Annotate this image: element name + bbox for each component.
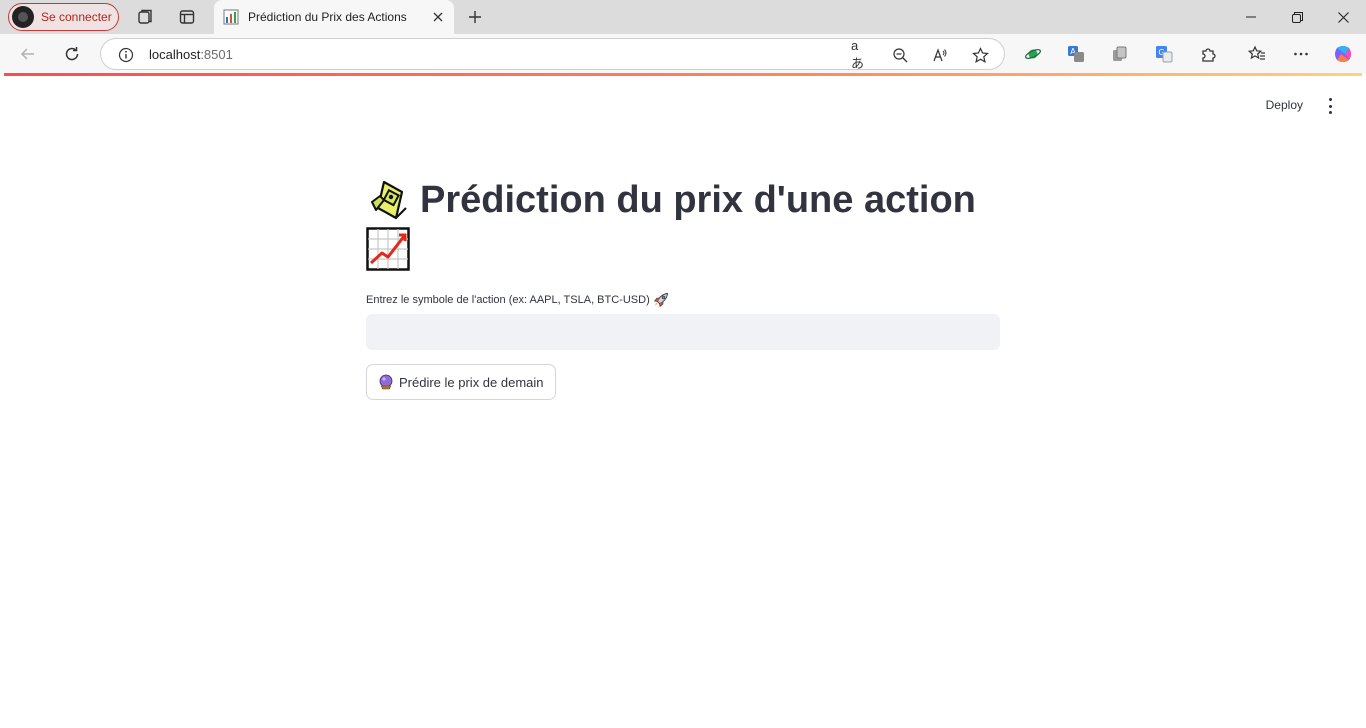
copilot-icon[interactable] — [1333, 44, 1353, 64]
predict-button-label: Prédire le prix de demain — [399, 374, 544, 390]
close-tab-icon[interactable] — [430, 9, 446, 25]
profile-label: Se connecter — [41, 10, 112, 24]
symbol-input-label-text: Entrez le symbole de l'action (ex: AAPL,… — [366, 294, 650, 306]
crystal-ball-hand-icon — [371, 180, 407, 220]
zoom-out-icon[interactable] — [891, 46, 909, 64]
browser-tabstrip: Se connecter Prédiction du Prix des Acti… — [0, 0, 1366, 34]
address-bar[interactable]: localhost:8501 aあ — [100, 38, 1005, 71]
browser-toolbar: localhost:8501 aあ A G — [0, 34, 1366, 74]
predict-button[interactable]: Prédire le prix de demain — [366, 364, 556, 400]
rocket-icon — [653, 292, 668, 308]
new-tab-icon[interactable] — [465, 7, 485, 27]
active-tab[interactable]: Prédiction du Prix des Actions — [214, 0, 454, 34]
tab-title: Prédiction du Prix des Actions — [248, 10, 407, 24]
read-aloud-icon[interactable] — [931, 46, 949, 64]
extension-translate-icon[interactable]: A — [1066, 44, 1086, 64]
extension-google-translate-icon[interactable]: G — [1154, 44, 1174, 64]
favorite-star-icon[interactable] — [971, 46, 989, 64]
workspaces-icon[interactable] — [135, 7, 155, 27]
main-menu-icon[interactable] — [1326, 98, 1334, 114]
main-content: Prédiction du prix d'une action Entrez l… — [366, 176, 1002, 400]
refresh-icon[interactable] — [61, 43, 83, 65]
back-icon[interactable] — [17, 43, 39, 65]
translate-text-icon[interactable]: aあ — [851, 38, 869, 71]
extension-planet-icon[interactable] — [1023, 44, 1043, 64]
page-title-text: Prédiction du prix d'une action — [420, 179, 976, 221]
extensions-puzzle-icon[interactable] — [1199, 44, 1219, 64]
page-title: Prédiction du prix d'une action — [366, 176, 1002, 224]
minimize-icon[interactable] — [1228, 0, 1274, 34]
favorites-icon[interactable] — [1247, 44, 1267, 64]
symbol-input-label: Entrez le symbole de l'action (ex: AAPL,… — [366, 292, 1002, 308]
url-text: localhost:8501 — [149, 47, 233, 62]
more-menu-icon[interactable] — [1291, 44, 1311, 64]
page-title-second-line — [366, 226, 1002, 272]
close-window-icon[interactable] — [1320, 0, 1366, 34]
crystal-ball-icon — [379, 374, 393, 390]
app-page: Deploy Prédiction du prix d'une action E… — [4, 76, 1362, 724]
chart-increasing-icon — [366, 227, 410, 271]
deploy-button[interactable]: Deploy — [1266, 98, 1303, 112]
tab-actions-icon[interactable] — [177, 7, 197, 27]
profile-button[interactable]: Se connecter — [8, 3, 119, 31]
avatar — [12, 6, 34, 28]
symbol-input[interactable] — [366, 314, 1000, 350]
extension-copy-icon[interactable] — [1110, 44, 1130, 64]
restore-icon[interactable] — [1274, 0, 1320, 34]
chart-favicon-icon — [223, 9, 239, 25]
site-info-icon[interactable] — [117, 46, 135, 64]
